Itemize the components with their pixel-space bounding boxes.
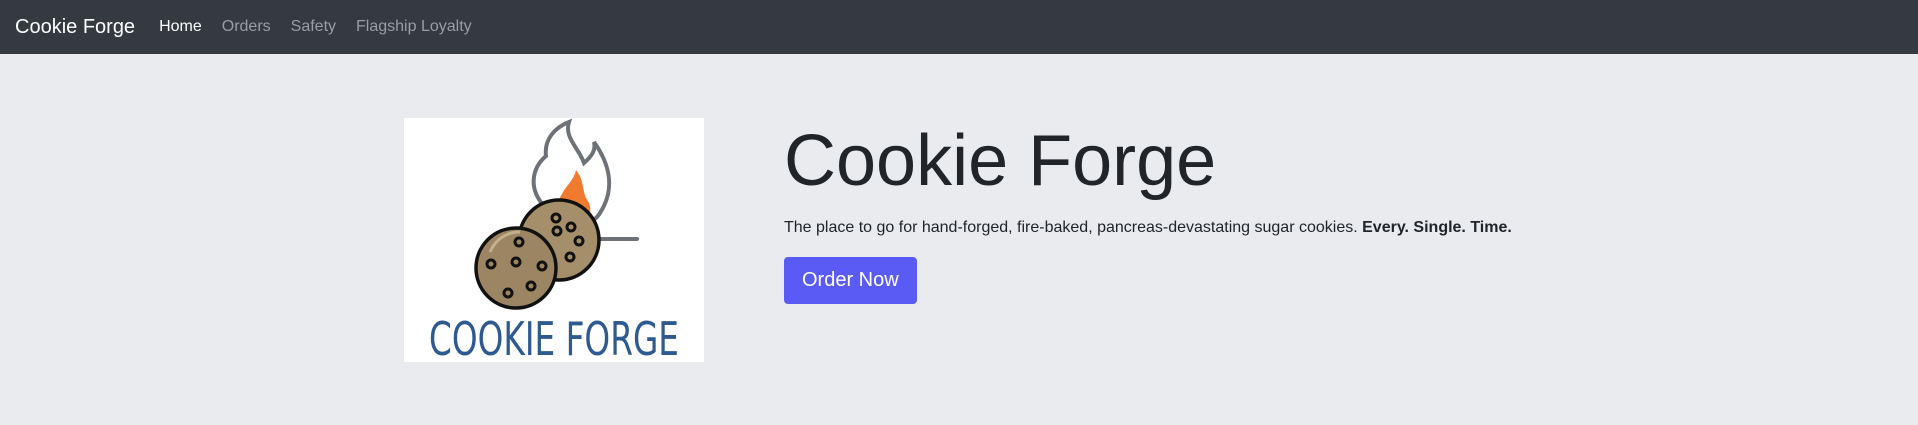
nav-item-home[interactable]: Home xyxy=(159,18,202,36)
hero-text: Cookie Forge The place to go for hand-fo… xyxy=(784,121,1784,305)
logo-text: COOKIE FORGE xyxy=(429,312,679,362)
tagline: The place to go for hand-forged, fire-ba… xyxy=(784,219,1784,237)
cookie-forge-logo: COOKIE FORGE xyxy=(404,118,704,362)
navbar-brand[interactable]: Cookie Forge xyxy=(15,16,135,39)
tagline-emphasis: Every. Single. Time. xyxy=(1362,219,1512,237)
cookie-flame-logo-icon: COOKIE FORGE xyxy=(429,118,679,362)
tagline-text: The place to go for hand-forged, fire-ba… xyxy=(784,219,1358,237)
page-title: Cookie Forge xyxy=(784,121,1217,201)
nav-item-orders[interactable]: Orders xyxy=(222,18,271,36)
hero-section: COOKIE FORGE Cookie Forge The place to g… xyxy=(0,54,1918,425)
order-now-button[interactable]: Order Now xyxy=(784,257,917,305)
nav-item-safety[interactable]: Safety xyxy=(291,18,336,36)
nav-item-flagship-loyalty[interactable]: Flagship Loyalty xyxy=(356,18,472,36)
top-navbar: Cookie Forge Home Orders Safety Flagship… xyxy=(0,0,1918,54)
